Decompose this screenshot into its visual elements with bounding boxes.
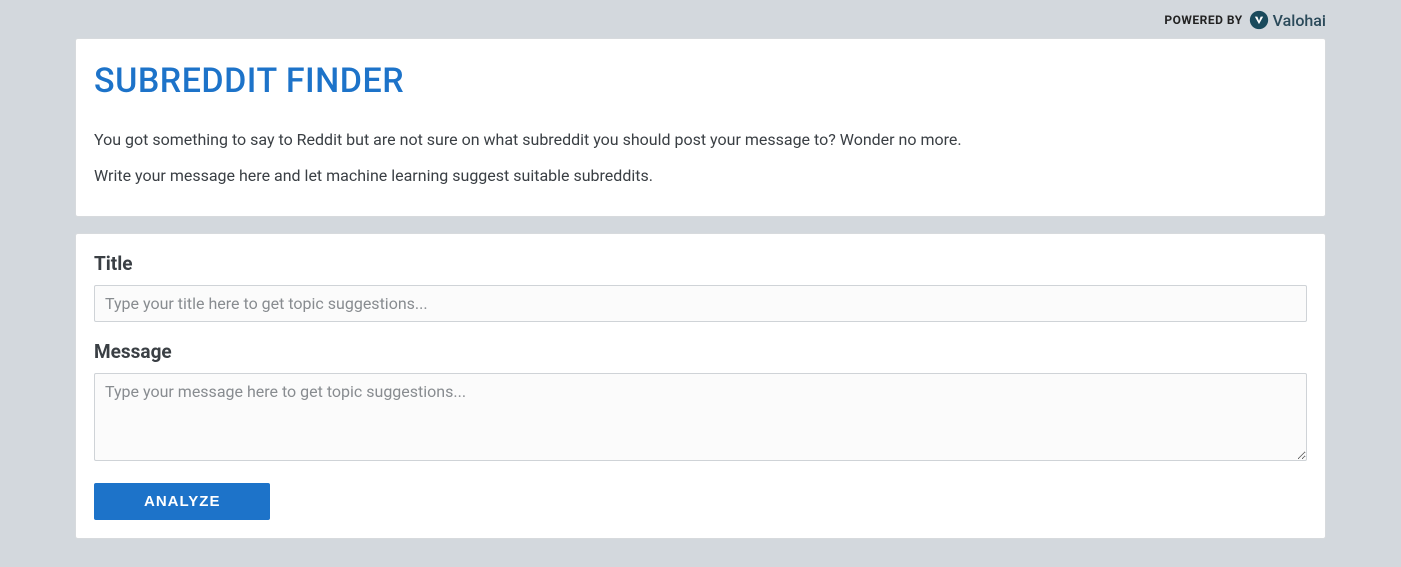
powered-by-bar: POWERED BY Valohai [0, 0, 1401, 38]
intro-text-2: Write your message here and let machine … [94, 165, 1307, 187]
message-label: Message [94, 340, 1307, 363]
title-input[interactable] [94, 285, 1307, 322]
powered-by-label: POWERED BY [1164, 13, 1242, 27]
valohai-logo-icon [1249, 10, 1269, 30]
header-card: SUBREDDIT FINDER You got something to sa… [75, 38, 1326, 217]
title-label: Title [94, 252, 1307, 275]
intro-text-1: You got something to say to Reddit but a… [94, 129, 1307, 151]
analyze-button[interactable]: ANALYZE [94, 483, 270, 520]
valohai-brand-name: Valohai [1273, 11, 1326, 30]
app-title: SUBREDDIT FINDER [94, 61, 1307, 101]
valohai-logo-link[interactable]: Valohai [1249, 10, 1326, 30]
form-card: Title Message ANALYZE [75, 233, 1326, 539]
message-textarea[interactable] [94, 373, 1307, 461]
